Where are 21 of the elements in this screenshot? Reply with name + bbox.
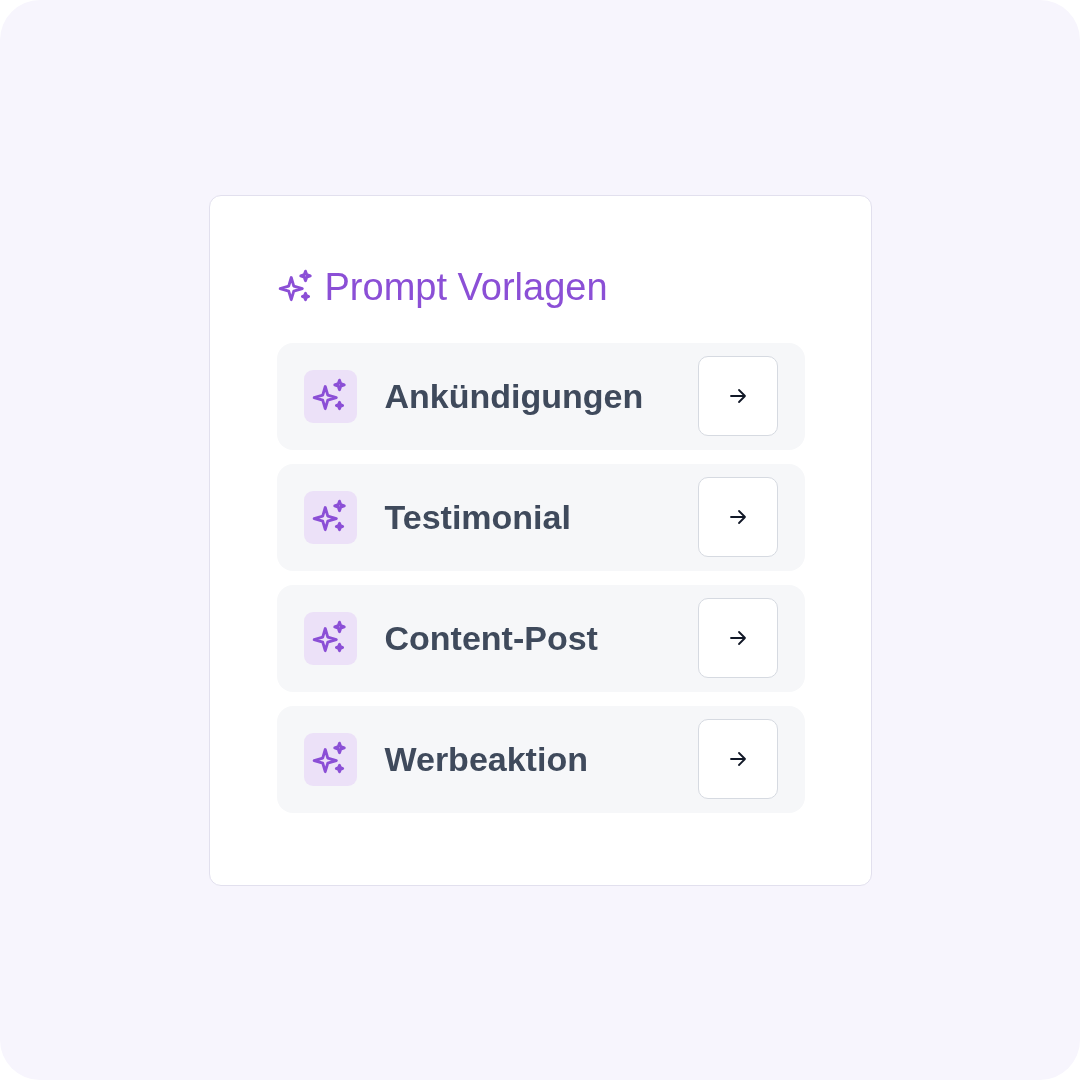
panel-title: Prompt Vorlagen: [324, 267, 608, 306]
arrow-button[interactable]: [697, 477, 778, 557]
arrow-button[interactable]: [697, 598, 778, 678]
arrow-button[interactable]: [697, 719, 778, 799]
template-item[interactable]: Testimonial: [276, 463, 805, 571]
template-label: Content-Post: [384, 617, 599, 659]
sparkles-icon: [303, 369, 357, 423]
template-label: Testimonial: [384, 496, 572, 538]
arrow-right-icon: [727, 749, 748, 769]
template-item[interactable]: Content-Post: [276, 584, 805, 692]
template-label: Ankündigungen: [384, 375, 645, 417]
template-item[interactable]: Werbeaktion: [276, 705, 805, 813]
sparkles-icon: [303, 611, 357, 665]
arrow-button[interactable]: [697, 356, 778, 436]
template-label: Werbeaktion: [384, 738, 589, 780]
sparkles-icon: [303, 732, 357, 786]
arrow-right-icon: [727, 507, 748, 527]
arrow-right-icon: [727, 386, 748, 406]
template-item[interactable]: Ankündigungen: [276, 342, 805, 450]
arrow-right-icon: [727, 628, 748, 648]
sparkles-icon: [303, 490, 357, 544]
